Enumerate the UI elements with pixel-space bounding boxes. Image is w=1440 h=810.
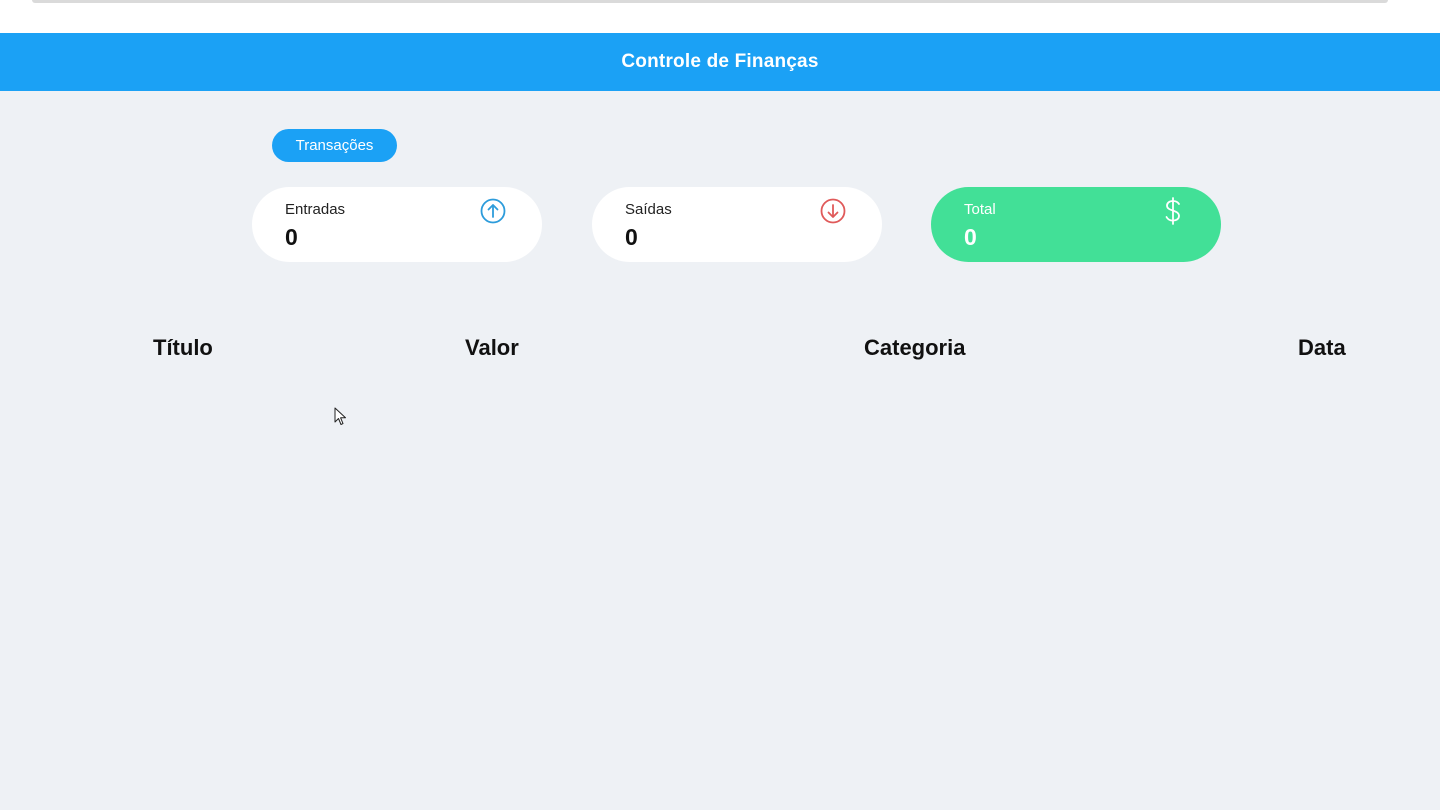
dollar-icon [1165, 197, 1180, 225]
main-content: Transações Entradas 0 Saídas 0 Total 0 T… [0, 91, 1440, 810]
income-value: 0 [285, 224, 298, 250]
app-title: Controle de Finanças [621, 51, 819, 72]
total-card: Total 0 [931, 187, 1221, 262]
arrow-down-circle-icon [820, 198, 846, 224]
income-card: Entradas 0 [252, 187, 542, 262]
expense-label: Saídas [625, 201, 672, 218]
mouse-cursor-icon [334, 407, 346, 425]
column-header-value[interactable]: Valor [465, 335, 519, 361]
column-header-title[interactable]: Título [153, 335, 213, 361]
expense-card: Saídas 0 [592, 187, 882, 262]
browser-bar-edge [32, 0, 1388, 3]
column-header-category[interactable]: Categoria [864, 335, 965, 361]
app-header: Controle de Finanças [0, 33, 1440, 91]
income-label: Entradas [285, 201, 346, 218]
transactions-button[interactable]: Transações [272, 129, 397, 162]
total-value: 0 [964, 224, 977, 250]
browser-chrome-strip [0, 0, 1440, 33]
expense-value: 0 [625, 224, 638, 250]
transactions-table-header: Título Valor Categoria Data [0, 335, 1440, 365]
arrow-up-circle-icon [480, 198, 506, 224]
total-label: Total [964, 201, 996, 218]
column-header-date[interactable]: Data [1298, 335, 1346, 361]
